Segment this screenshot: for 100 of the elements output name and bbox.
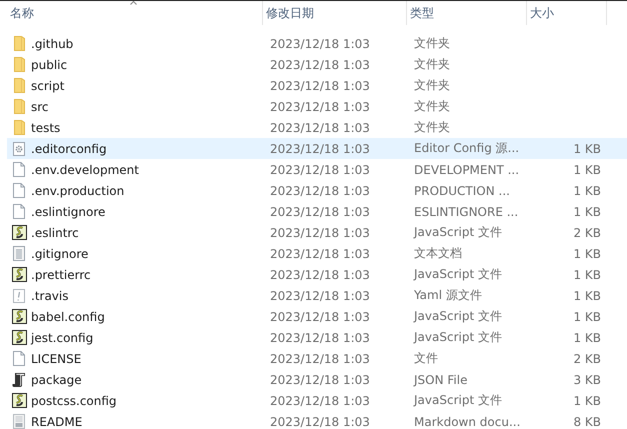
- modified-date: 2023/12/18 1:03: [270, 162, 370, 176]
- file-type: 文件夹: [414, 57, 450, 71]
- file-type: Yaml 源文件: [414, 288, 482, 302]
- file-type: 文件夹: [414, 78, 450, 92]
- script-file-icon: [12, 309, 26, 324]
- file-row[interactable]: LICENSE 2023/12/18 1:03 文件 2 KB: [7, 348, 627, 369]
- file-name: .prettierrc: [31, 268, 91, 282]
- file-name: babel.config: [31, 310, 105, 324]
- file-type: 文件夹: [414, 99, 450, 113]
- blank-file-icon: [13, 183, 25, 198]
- file-name: .github: [31, 36, 74, 50]
- script-file-icon: [12, 225, 26, 240]
- file-type: JavaScript 文件: [414, 393, 502, 407]
- file-name: LICENSE: [31, 352, 82, 366]
- file-type: 文本文档: [414, 246, 462, 260]
- file-row[interactable]: .eslintrc 2023/12/18 1:03 JavaScript 文件 2 KB: [7, 222, 627, 243]
- file-row[interactable]: public 2023/12/18 1:03 文件夹: [7, 54, 627, 75]
- file-row[interactable]: .editorconfig 2023/12/18 1:03 Editor Config 源... 1 KB: [7, 138, 627, 159]
- blank-file-icon: [13, 204, 25, 219]
- file-type: JavaScript 文件: [414, 267, 502, 281]
- modified-date: 2023/12/18 1:03: [270, 78, 370, 92]
- file-size: 1 KB: [573, 310, 601, 324]
- file-size: 1 KB: [573, 288, 601, 302]
- file-row[interactable]: postcss.config 2023/12/18 1:03 JavaScript 文件 1 KB: [7, 390, 627, 411]
- script-file-icon: [12, 393, 26, 408]
- column-header[interactable]: 修改日期: [263, 1, 407, 25]
- modified-date: 2023/12/18 1:03: [270, 372, 370, 386]
- file-name: tests: [31, 120, 60, 134]
- file-type: Editor Config 源...: [414, 141, 520, 155]
- file-row[interactable]: .gitignore 2023/12/18 1:03 文本文档 1 KB: [7, 243, 627, 264]
- file-type: JavaScript 文件: [414, 330, 502, 344]
- file-row[interactable]: README 2023/12/18 1:03 Markdown docu... 8 KB: [7, 411, 627, 429]
- file-row[interactable]: tests 2023/12/18 1:03 文件夹: [7, 117, 627, 138]
- file-row[interactable]: script 2023/12/18 1:03 文件夹: [7, 75, 627, 96]
- modified-date: 2023/12/18 1:03: [270, 288, 370, 302]
- file-size: 1 KB: [573, 394, 601, 408]
- file-name: src: [31, 100, 49, 114]
- file-name: package: [31, 372, 82, 386]
- modified-date: 2023/12/18 1:03: [270, 414, 370, 428]
- column-header[interactable]: 类型: [407, 1, 527, 25]
- file-name: script: [31, 78, 64, 92]
- file-size: 1 KB: [573, 268, 601, 282]
- modified-date: 2023/12/18 1:03: [270, 310, 370, 324]
- file-type: 文件夹: [414, 120, 450, 134]
- file-name: .env.production: [31, 184, 124, 198]
- modified-date: 2023/12/18 1:03: [270, 204, 370, 218]
- file-row[interactable]: src 2023/12/18 1:03 文件夹: [7, 96, 627, 117]
- file-type: 文件夹: [414, 36, 450, 50]
- file-type: JSON File: [414, 372, 468, 386]
- script-file-icon: [12, 267, 26, 282]
- file-name: jest.config: [31, 330, 94, 344]
- file-row[interactable]: package 2023/12/18 1:03 JSON File 3 KB: [7, 369, 627, 390]
- modified-date: 2023/12/18 1:03: [270, 352, 370, 366]
- file-size: 3 KB: [573, 372, 601, 386]
- file-type: JavaScript 文件: [414, 225, 502, 239]
- file-row[interactable]: .prettierrc 2023/12/18 1:03 JavaScript 文件 1 KB: [7, 264, 627, 285]
- modified-date: 2023/12/18 1:03: [270, 330, 370, 344]
- script-file-icon: [12, 330, 26, 345]
- modified-date: 2023/12/18 1:03: [270, 226, 370, 240]
- file-size: 1 KB: [573, 330, 601, 344]
- modified-date: 2023/12/18 1:03: [270, 120, 370, 134]
- file-size: 2 KB: [573, 352, 601, 366]
- modified-date: 2023/12/18 1:03: [270, 142, 370, 156]
- file-name: .editorconfig: [31, 142, 107, 156]
- text-file-icon: [13, 246, 25, 261]
- file-name: .eslintignore: [31, 204, 106, 218]
- exclamation-file-icon: [13, 288, 25, 302]
- file-size: 1 KB: [573, 142, 601, 156]
- file-type: Markdown docu...: [414, 414, 520, 428]
- column-header[interactable]: 大小: [527, 1, 607, 25]
- file-row[interactable]: babel.config 2023/12/18 1:03 JavaScript 文件 1 KB: [7, 306, 627, 327]
- folder-icon: [14, 99, 24, 114]
- scroll-icon: [12, 372, 26, 387]
- modified-date: 2023/12/18 1:03: [270, 394, 370, 408]
- blank-file-icon: [13, 351, 25, 366]
- blank-file-icon: [13, 162, 25, 177]
- file-size: 1 KB: [573, 162, 601, 176]
- file-row[interactable]: .eslintignore 2023/12/18 1:03 ESLINTIGNORE ... 1 KB: [7, 201, 627, 222]
- file-row[interactable]: .env.development 2023/12/18 1:03 DEVELOPMENT ... 1 KB: [7, 159, 627, 180]
- sort-caret-icon: [130, 1, 137, 5]
- file-size: 8 KB: [573, 414, 601, 428]
- file-name: postcss.config: [31, 394, 117, 408]
- file-row[interactable]: jest.config 2023/12/18 1:03 JavaScript 文件 1 KB: [7, 327, 627, 348]
- modified-date: 2023/12/18 1:03: [270, 100, 370, 114]
- file-type: PRODUCTION ...: [414, 184, 510, 198]
- column-header[interactable]: 名称: [7, 1, 263, 25]
- file-type: 文件: [414, 351, 438, 365]
- modified-date: 2023/12/18 1:03: [270, 268, 370, 282]
- file-row[interactable]: .github 2023/12/18 1:03 文件夹: [7, 33, 627, 54]
- folder-icon: [14, 36, 24, 51]
- file-type: ESLINTIGNORE ...: [414, 204, 518, 218]
- file-name: .eslintrc: [31, 226, 79, 240]
- folder-icon: [14, 120, 24, 135]
- file-name: public: [31, 58, 68, 72]
- file-size: 1 KB: [573, 204, 601, 218]
- file-row[interactable]: .env.production 2023/12/18 1:03 PRODUCTION ... 1 KB: [7, 180, 627, 201]
- file-row[interactable]: .travis 2023/12/18 1:03 Yaml 源文件 1 KB: [7, 285, 627, 306]
- file-name: .env.development: [31, 162, 139, 176]
- modified-date: 2023/12/18 1:03: [270, 36, 370, 50]
- modified-date: 2023/12/18 1:03: [270, 246, 370, 260]
